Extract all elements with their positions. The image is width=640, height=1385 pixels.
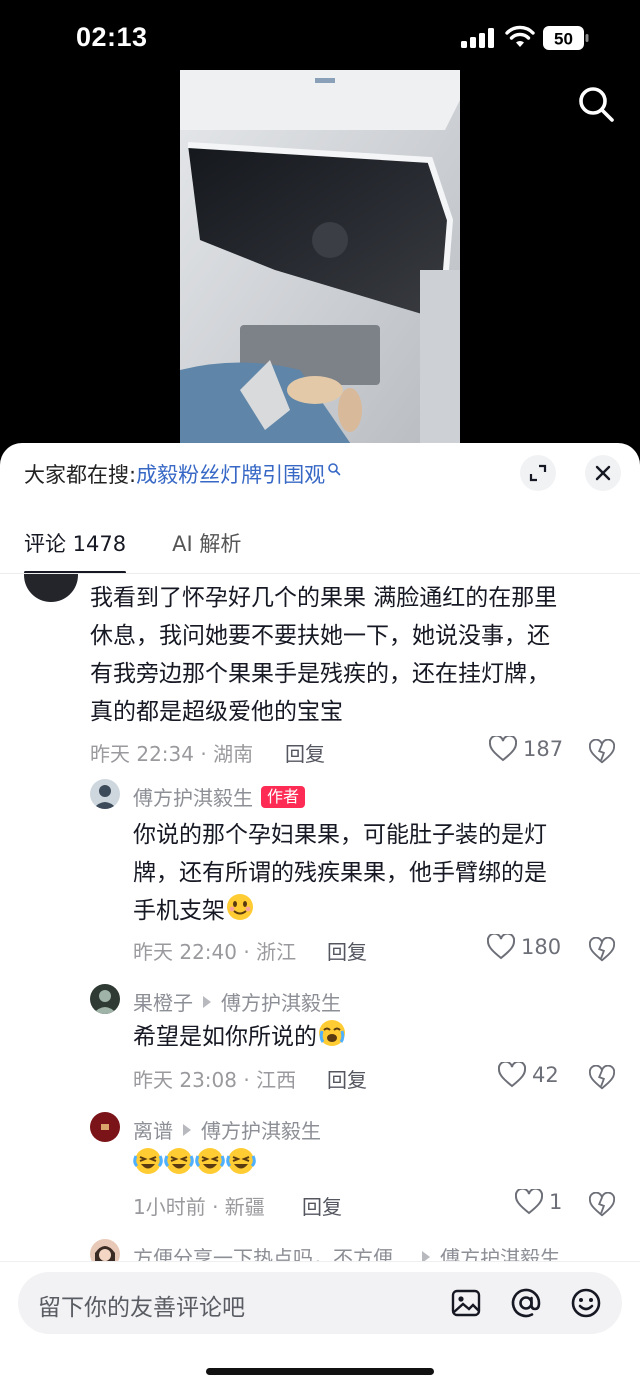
comment-text: 希望是如你所说的 bbox=[133, 1018, 613, 1056]
comment-input[interactable]: 留下你的友善评论吧 bbox=[18, 1272, 622, 1334]
like-count: 1 bbox=[549, 1190, 563, 1214]
close-icon bbox=[595, 465, 611, 481]
reply-button[interactable]: 回复 bbox=[302, 1191, 342, 1220]
username[interactable]: 方便分享一下热点吗，不方便... bbox=[133, 1242, 412, 1261]
broken-heart-icon[interactable] bbox=[589, 937, 615, 963]
comment-line: 希望是如你所说的 bbox=[133, 1024, 317, 1050]
comment-text: 你说的那个孕妇果果，可能肚子装的是灯 牌，还有所谓的残疾果果，他手臂绑的是 手机… bbox=[133, 816, 613, 930]
comment-list[interactable]: 我看到了怀孕好几个的果果 满脸通红的在那里 休息，我问她要不要扶她一下，她说没事… bbox=[0, 574, 640, 1261]
comment-meta: 昨天 22:40 · 浙江 bbox=[133, 940, 297, 964]
comment-meta: 昨天 23:08 · 江西 bbox=[133, 1068, 297, 1092]
avatar[interactable] bbox=[90, 1239, 120, 1261]
heart-icon bbox=[487, 934, 515, 960]
comment-text bbox=[133, 1146, 613, 1184]
heart-icon bbox=[498, 1062, 526, 1088]
close-button[interactable] bbox=[585, 455, 621, 491]
reply-arrow-icon bbox=[203, 995, 211, 1008]
comment-line: 牌，还有所谓的残疾果果，他手臂绑的是 bbox=[133, 860, 547, 886]
heart-icon bbox=[515, 1189, 543, 1215]
comment-input-placeholder: 留下你的友善评论吧 bbox=[38, 1295, 245, 1321]
avatar[interactable] bbox=[90, 984, 120, 1014]
author-badge: 作者 bbox=[261, 785, 306, 808]
expand-icon bbox=[529, 464, 547, 482]
battery-level: 50 bbox=[554, 30, 573, 49]
reply-arrow-icon bbox=[422, 1250, 431, 1261]
comment-meta: 1小时前 · 新疆 bbox=[133, 1195, 265, 1219]
battery-icon: 50 bbox=[543, 26, 589, 50]
cellular-signal-icon bbox=[461, 28, 494, 48]
like-count: 180 bbox=[521, 935, 562, 959]
like-button[interactable]: 187 bbox=[489, 736, 563, 762]
reply-button[interactable]: 回复 bbox=[327, 1064, 367, 1093]
comment-text: 我看到了怀孕好几个的果果 满脸通红的在那里 休息，我问她要不要扶她一下，她说没事… bbox=[90, 579, 620, 731]
like-count: 42 bbox=[532, 1063, 559, 1087]
comment-line: 我看到了怀孕好几个的果果 满脸通红的在那里 bbox=[90, 585, 558, 611]
search-icon bbox=[328, 463, 341, 476]
reply-to-username[interactable]: 傅方护淇毅生 bbox=[440, 1242, 560, 1261]
reply-author[interactable]: 离谱 傅方护淇毅生 bbox=[133, 1115, 321, 1144]
like-count: 187 bbox=[523, 737, 564, 761]
crying-emoji bbox=[319, 1020, 345, 1046]
avatar[interactable] bbox=[90, 779, 120, 809]
comment-line: 你说的那个孕妇果果，可能肚子装的是灯 bbox=[133, 822, 547, 848]
video-frame[interactable] bbox=[180, 70, 460, 450]
tab-comments[interactable]: 评论 1478 bbox=[24, 528, 127, 574]
laughing-crying-emoji bbox=[133, 1146, 256, 1176]
home-indicator[interactable] bbox=[206, 1368, 434, 1375]
avatar[interactable] bbox=[24, 574, 78, 602]
heart-icon bbox=[489, 736, 517, 762]
like-button[interactable]: 180 bbox=[487, 934, 561, 960]
reply-to-username[interactable]: 傅方护淇毅生 bbox=[221, 987, 341, 1016]
trending-search-keyword[interactable]: 成毅粉丝灯牌引围观 bbox=[136, 459, 325, 489]
comment-input-bar: 留下你的友善评论吧 bbox=[0, 1261, 640, 1385]
wifi-icon bbox=[505, 25, 535, 47]
reply-author[interactable]: 果橙子 傅方护淇毅生 bbox=[133, 987, 341, 1016]
expand-button[interactable] bbox=[520, 455, 556, 491]
broken-heart-icon[interactable] bbox=[589, 1192, 615, 1218]
reply-author[interactable]: 傅方护淇毅生 作者 bbox=[133, 782, 306, 811]
like-button[interactable]: 42 bbox=[498, 1062, 559, 1088]
comment-line: 手机支架 bbox=[133, 898, 225, 924]
video-area[interactable]: 02:13 50 bbox=[0, 0, 640, 460]
trending-search-label: 大家都在搜: bbox=[24, 463, 137, 487]
status-time: 02:13 bbox=[76, 22, 148, 52]
video-thumbnail bbox=[180, 70, 460, 450]
comment-meta: 昨天 22:34 · 湖南 bbox=[90, 742, 254, 766]
smiley-icon[interactable] bbox=[568, 1285, 604, 1321]
reply-author[interactable]: 方便分享一下热点吗，不方便... 傅方护淇毅生 bbox=[133, 1242, 560, 1261]
comment-sheet: 大家都在搜: 成毅粉丝灯牌引围观 评论 1478 AI 解析 我看到了怀孕好几个… bbox=[0, 443, 640, 1385]
reply-button[interactable]: 回复 bbox=[285, 738, 325, 767]
tab-ai-analysis[interactable]: AI 解析 bbox=[172, 528, 241, 572]
username[interactable]: 果橙子 bbox=[133, 987, 193, 1016]
comment-line: 有我旁边那个果果手是残疾的，还在挂灯牌， bbox=[90, 661, 550, 687]
avatar[interactable] bbox=[90, 1112, 120, 1142]
trending-search[interactable]: 大家都在搜: 成毅粉丝灯牌引围观 bbox=[24, 459, 341, 489]
at-icon[interactable] bbox=[508, 1285, 544, 1321]
username[interactable]: 傅方护淇毅生 bbox=[133, 782, 253, 811]
comment-line: 真的都是超级爱他的宝宝 bbox=[90, 699, 343, 725]
reply-arrow-icon bbox=[183, 1123, 191, 1136]
image-icon[interactable] bbox=[448, 1285, 484, 1321]
broken-heart-icon[interactable] bbox=[589, 1065, 615, 1091]
broken-heart-icon[interactable] bbox=[589, 739, 615, 765]
like-button[interactable]: 1 bbox=[515, 1189, 562, 1215]
search-icon[interactable] bbox=[574, 82, 618, 126]
comment-line: 休息，我问她要不要扶她一下，她说没事，还 bbox=[90, 623, 550, 649]
username[interactable]: 离谱 bbox=[133, 1115, 173, 1144]
smile-emoji bbox=[227, 894, 253, 920]
reply-button[interactable]: 回复 bbox=[327, 936, 367, 965]
reply-to-username[interactable]: 傅方护淇毅生 bbox=[201, 1115, 321, 1144]
comment-tabs: 评论 1478 AI 解析 bbox=[24, 528, 241, 574]
